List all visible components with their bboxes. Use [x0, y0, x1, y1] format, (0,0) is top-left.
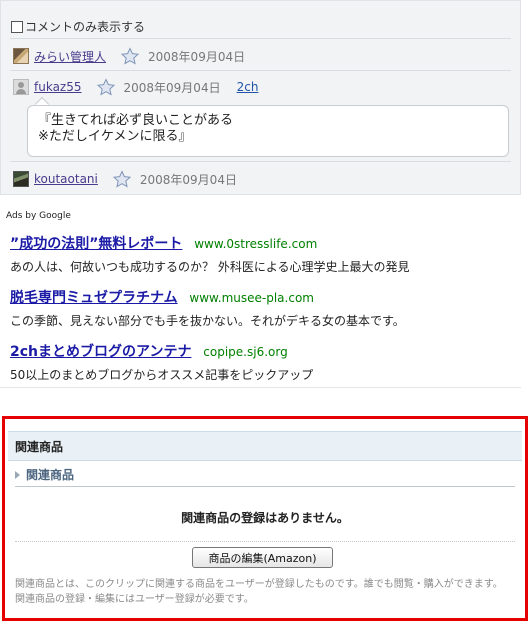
- comment-row: fukaz55 2008年09月04日 2ch: [13, 78, 258, 96]
- comment-date: 2008年09月04日: [148, 49, 246, 64]
- ad-description: この季節、見えない部分でも手を抜かない。それがデキる女の基本です。: [10, 314, 405, 328]
- ad-url[interactable]: copipe.sj6.org: [203, 345, 287, 359]
- comment-username[interactable]: fukaz55: [34, 80, 82, 94]
- ad-description: 50以上のまとめブログからオススメ記事をピックアップ: [10, 368, 314, 382]
- comment-only-toggle[interactable]: コメントのみ表示する: [11, 18, 145, 35]
- ad-block: ”成功の法則”無料レポート www.0stresslife.com あの人は、何…: [0, 226, 521, 388]
- user-photo-icon[interactable]: [13, 171, 29, 187]
- ad-title-link[interactable]: ”成功の法則”無料レポート: [10, 236, 182, 252]
- comment-row: みらい管理人 2008年09月04日: [13, 47, 245, 65]
- comment-date: 2008年09月04日: [139, 172, 237, 187]
- ad-url[interactable]: www.musee-pla.com: [189, 291, 314, 305]
- related-products-note: 関連商品とは、このクリップに関連する商品をユーザーが登録したものです。誰でも閲覧…: [15, 577, 503, 607]
- related-products-header: 関連商品: [8, 431, 522, 461]
- ad-title-link[interactable]: 脱毛専門ミュゼプラチナム: [10, 290, 178, 306]
- related-products-section: 関連商品 関連商品 関連商品の登録はありません。 商品の編集(Amazon) 関…: [2, 416, 528, 621]
- ad-item: 2chまとめブログのアンテナ copipe.sj6.org 50以上のまとめブロ…: [10, 341, 313, 383]
- star-icon[interactable]: [120, 47, 140, 65]
- note-line: 関連商品とは、このクリップに関連する商品をユーザーが登録したものです。誰でも閲覧…: [15, 579, 503, 590]
- divider: [15, 486, 515, 487]
- edit-products-button[interactable]: 商品の編集(Amazon): [192, 547, 333, 568]
- comment-only-label: コメントのみ表示する: [25, 20, 146, 34]
- ad-item: 脱毛専門ミュゼプラチナム www.musee-pla.com この季節、見えない…: [10, 287, 405, 329]
- divider: [10, 70, 511, 71]
- comment-username[interactable]: みらい管理人: [34, 48, 106, 65]
- note-line: 関連商品の登録・編集にはユーザー登録が必要です。: [15, 594, 254, 605]
- default-user-icon[interactable]: [13, 79, 29, 95]
- empty-message: 関連商品の登録はありません。: [181, 511, 349, 525]
- comment-bubble: 『生きてれば必ず良いことがある ※ただしイケメンに限る』: [27, 105, 509, 157]
- comment-row: koutaotani 2008年09月04日: [13, 170, 237, 188]
- ad-description: あの人は、何故いつも成功するのか？ 外科医による心理学史上最大の発見: [10, 260, 410, 274]
- related-products-sublabel: 関連商品: [26, 468, 75, 482]
- star-icon[interactable]: [112, 170, 132, 188]
- ad-url[interactable]: www.0stresslife.com: [194, 237, 317, 251]
- expand-arrow-icon[interactable]: [15, 470, 20, 479]
- divider: [10, 38, 511, 39]
- ad-title-link[interactable]: 2chまとめブログのアンテナ: [10, 344, 191, 360]
- comment-date: 2008年09月04日: [123, 80, 221, 95]
- comments-panel: コメントのみ表示する みらい管理人 2008年09月04日 fukaz55 20…: [0, 0, 521, 195]
- comment-username[interactable]: koutaotani: [34, 172, 98, 186]
- star-icon[interactable]: [96, 78, 116, 96]
- related-products-subheader[interactable]: 関連商品: [15, 466, 74, 483]
- comment-source-link[interactable]: 2ch: [237, 80, 259, 94]
- divider: [10, 161, 511, 162]
- dotted-divider: [15, 541, 515, 542]
- user-photo-icon[interactable]: [13, 48, 29, 64]
- ad-item: ”成功の法則”無料レポート www.0stresslife.com あの人は、何…: [10, 233, 409, 275]
- comment-only-checkbox[interactable]: [11, 20, 23, 33]
- ads-by-google-label[interactable]: Ads by Google: [6, 211, 71, 221]
- comment-text-line: ※ただしイケメンに限る』: [38, 129, 192, 144]
- comment-text-line: 『生きてれば必ず良いことがある: [38, 113, 234, 128]
